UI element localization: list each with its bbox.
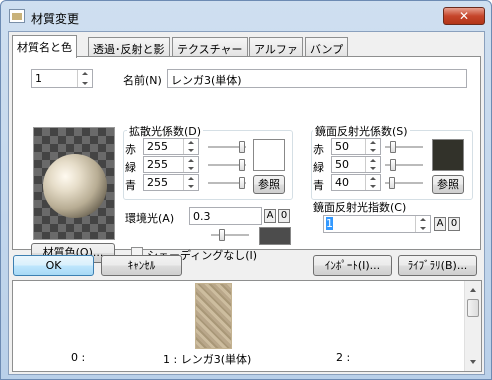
library-button[interactable]: ﾗｲﾌﾞﾗﾘ(B)... xyxy=(398,255,477,276)
diffuse-g-slider[interactable] xyxy=(208,159,246,171)
specular-g-slider-thumb[interactable] xyxy=(390,159,396,171)
diffuse-color-swatch[interactable] xyxy=(253,139,285,171)
ok-button[interactable]: OK xyxy=(13,255,94,276)
ambient-a-button[interactable]: A xyxy=(264,209,276,223)
specular-b-label: 青 xyxy=(313,179,324,192)
dialog-window: 材質変更 ✕ 材質名と色 透過･反射と影 テクスチャー アルファ バンプ 1 名… xyxy=(0,0,492,380)
specular-g-slider[interactable] xyxy=(385,159,423,171)
specular-r-label: 赤 xyxy=(313,143,324,156)
ambient-slider[interactable] xyxy=(211,229,249,241)
specular-b-spinner[interactable] xyxy=(365,175,380,190)
close-button[interactable]: ✕ xyxy=(443,7,485,25)
diffuse-r-slider-thumb[interactable] xyxy=(239,141,245,153)
diffuse-b-slider-thumb[interactable] xyxy=(239,177,245,189)
tab-panel: 1 名前(N) レンガ3(単体) 拡散光係数(D) 赤 255 緑 255 青 … xyxy=(12,56,481,263)
library-item-1-thumbnail[interactable] xyxy=(195,283,232,349)
tab-bump[interactable]: バンプ xyxy=(305,37,349,57)
exponent-spinner[interactable] xyxy=(415,216,430,232)
specular-b-field[interactable]: 40 xyxy=(331,174,381,191)
diffuse-title: 拡散光係数(D) xyxy=(127,123,204,139)
tab-texture[interactable]: テクスチャー xyxy=(172,37,248,57)
title-bar[interactable]: 材質変更 ✕ xyxy=(1,1,491,31)
diffuse-reference-button[interactable]: 参照 xyxy=(253,175,285,194)
specular-b-slider-thumb[interactable] xyxy=(389,177,395,189)
specular-r-slider[interactable] xyxy=(385,141,423,153)
preview-sphere xyxy=(43,154,107,218)
scrollbar-thumb[interactable] xyxy=(467,299,479,317)
dialog-client: 材質名と色 透過･反射と影 テクスチャー アルファ バンプ 1 名前(N) レン… xyxy=(8,31,485,375)
diffuse-b-field[interactable]: 255 xyxy=(143,174,199,191)
import-button[interactable]: ｲﾝﾎﾟｰﾄ(I)... xyxy=(313,255,392,276)
exponent-a-button[interactable]: A xyxy=(434,217,446,231)
ambient-zero-button[interactable]: 0 xyxy=(278,209,290,223)
ambient-label: 環境光(A) xyxy=(125,212,175,225)
specular-title: 鏡面反射光係数(S) xyxy=(313,123,410,139)
diffuse-g-field[interactable]: 255 xyxy=(143,156,199,173)
ambient-color-swatch[interactable] xyxy=(259,227,291,245)
specular-g-field[interactable]: 50 xyxy=(331,156,381,173)
tab-material-name-color[interactable]: 材質名と色 xyxy=(12,35,77,58)
diffuse-b-slider[interactable] xyxy=(208,177,246,189)
material-index-field[interactable]: 1 xyxy=(31,69,93,88)
diffuse-r-label: 赤 xyxy=(125,143,136,156)
diffuse-r-slider[interactable] xyxy=(208,141,246,153)
name-label: 名前(N) xyxy=(123,74,162,87)
tab-transparency-reflection[interactable]: 透過･反射と影 xyxy=(88,37,170,57)
specular-b-slider[interactable] xyxy=(385,177,423,189)
diffuse-r-field[interactable]: 255 xyxy=(143,138,199,155)
material-index-spinner[interactable] xyxy=(77,70,92,87)
specular-reference-button[interactable]: 参照 xyxy=(432,175,464,194)
app-icon xyxy=(9,9,25,23)
diffuse-g-value: 255 xyxy=(147,158,168,171)
diffuse-b-value: 255 xyxy=(147,176,168,189)
ambient-slider-thumb[interactable] xyxy=(219,229,225,241)
diffuse-b-spinner[interactable] xyxy=(183,175,198,190)
tab-alpha[interactable]: アルファ xyxy=(249,37,303,57)
specular-g-spinner[interactable] xyxy=(365,157,380,172)
specular-r-slider-thumb[interactable] xyxy=(390,141,396,153)
window-title: 材質変更 xyxy=(31,12,80,26)
library-scrollbar[interactable] xyxy=(464,281,481,371)
library-item-1-label[interactable]: 1 : レンガ3(単体) xyxy=(163,351,251,367)
material-preview xyxy=(33,127,115,240)
scroll-up-icon[interactable] xyxy=(467,284,479,296)
diffuse-g-spinner[interactable] xyxy=(183,157,198,172)
material-library-list[interactable]: 0 : 1 : レンガ3(単体) 2 : xyxy=(12,280,482,372)
library-item-2-label[interactable]: 2 : xyxy=(336,351,350,364)
specular-g-value: 50 xyxy=(335,158,349,171)
specular-color-swatch[interactable] xyxy=(432,139,464,171)
specular-g-label: 緑 xyxy=(313,161,324,174)
exponent-value: 1 xyxy=(326,217,333,230)
material-index-value: 1 xyxy=(35,72,42,85)
diffuse-b-label: 青 xyxy=(125,179,136,192)
exponent-field[interactable]: 1 xyxy=(323,215,431,233)
ambient-field[interactable]: 0.3 xyxy=(189,207,262,225)
specular-b-value: 40 xyxy=(335,176,349,189)
diffuse-r-value: 255 xyxy=(147,140,168,153)
material-name-field[interactable]: レンガ3(単体) xyxy=(167,69,467,88)
library-item-0-label[interactable]: 0 : xyxy=(71,351,85,364)
specular-r-field[interactable]: 50 xyxy=(331,138,381,155)
diffuse-r-spinner[interactable] xyxy=(183,139,198,154)
diffuse-g-label: 緑 xyxy=(125,161,136,174)
specular-r-value: 50 xyxy=(335,140,349,153)
scroll-down-icon[interactable] xyxy=(467,356,479,368)
diffuse-g-slider-thumb[interactable] xyxy=(239,159,245,171)
exponent-zero-button[interactable]: 0 xyxy=(448,217,460,231)
cancel-button[interactable]: ｷｬﾝｾﾙ xyxy=(101,255,182,276)
specular-r-spinner[interactable] xyxy=(365,139,380,154)
